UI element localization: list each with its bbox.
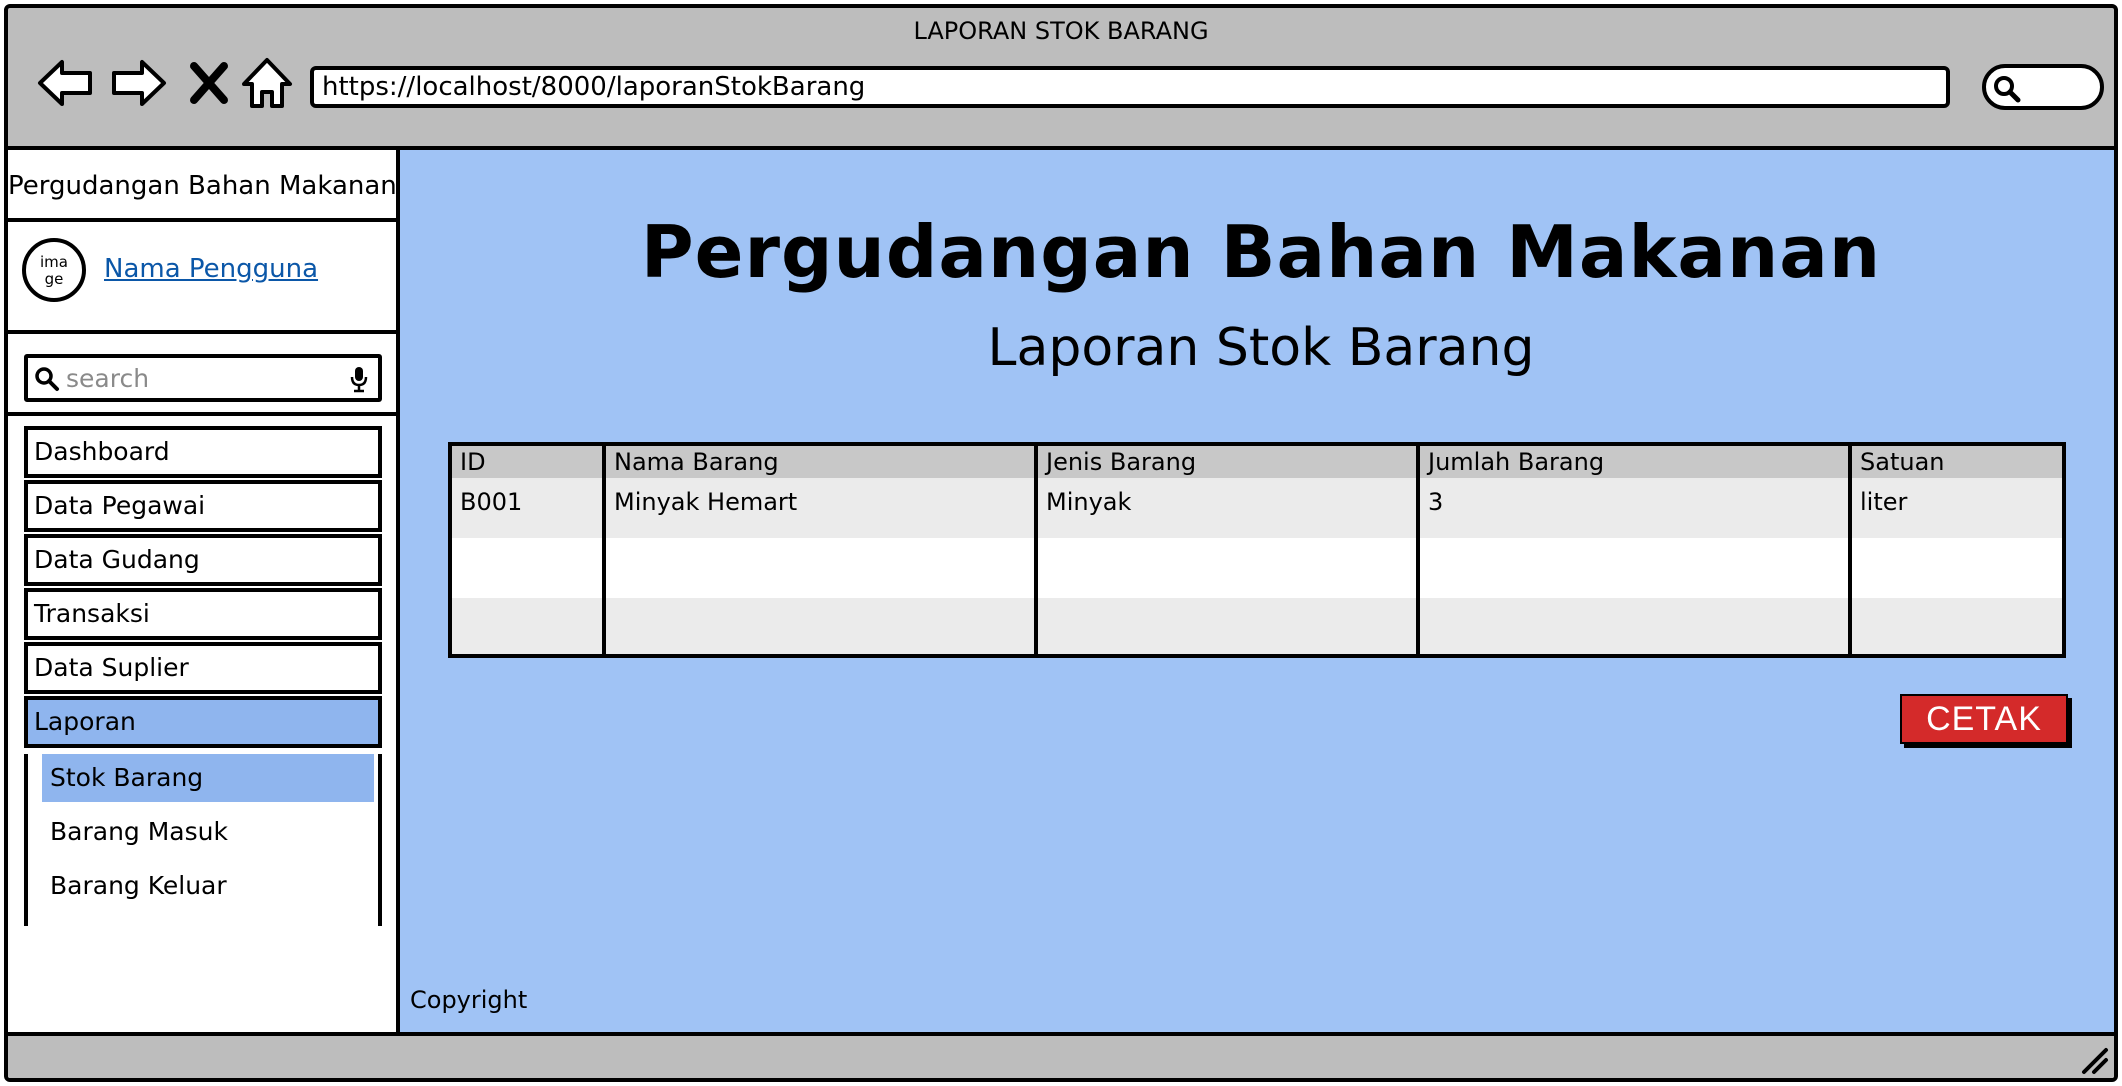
- status-bar: [8, 1032, 2114, 1078]
- avatar: ima ge: [22, 238, 86, 302]
- table-cell: Minyak Hemart: [604, 478, 1038, 538]
- forward-arrow-icon[interactable]: [108, 52, 170, 114]
- table-row: [452, 538, 2062, 598]
- home-icon[interactable]: [236, 52, 298, 114]
- sidebar-item-transaksi[interactable]: Transaksi: [24, 588, 382, 640]
- table-cell: liter: [1860, 488, 1908, 516]
- main-content: Pergudangan Bahan Makanan Laporan Stok B…: [400, 150, 2114, 1032]
- column-header-jenis-barang: Jenis Barang: [1036, 446, 1420, 478]
- page-subtitle: Laporan Stok Barang: [987, 318, 1535, 378]
- column-header-satuan: Satuan: [1860, 448, 1945, 476]
- copyright-text: Copyright: [410, 986, 528, 1014]
- column-header-jumlah-barang: Jumlah Barang: [1418, 446, 1852, 478]
- sidebar-item-dashboard[interactable]: Dashboard: [24, 426, 382, 478]
- sidebar-item-data-suplier[interactable]: Data Suplier: [24, 642, 382, 694]
- browser-window: LAPORAN STOK BARANG https://localhost/80…: [4, 4, 2118, 1082]
- table-cell: [452, 538, 606, 598]
- window-title: LAPORAN STOK BARANG: [913, 17, 1209, 45]
- table-row: [452, 598, 2062, 654]
- print-button[interactable]: CETAK: [1900, 694, 2068, 744]
- microphone-icon[interactable]: [348, 365, 370, 393]
- table-row: B001 Minyak Hemart Minyak 3 liter: [452, 478, 2062, 538]
- search-input[interactable]: [66, 362, 336, 394]
- username-link[interactable]: Nama Pengguna: [104, 254, 318, 284]
- search-icon: [35, 367, 59, 391]
- table-cell: B001: [452, 478, 606, 538]
- submenu-item-barang-keluar[interactable]: Barang Keluar: [42, 862, 374, 910]
- submenu-item-barang-masuk[interactable]: Barang Masuk: [42, 808, 374, 856]
- submenu-item-stok-barang[interactable]: Stok Barang: [42, 754, 374, 802]
- table-cell: 3: [1418, 478, 1852, 538]
- table-cell: [452, 598, 606, 654]
- column-header-id: ID: [452, 446, 606, 478]
- table-cell: Minyak: [1036, 478, 1420, 538]
- sidebar-brand: Pergudangan Bahan Makanan: [8, 150, 397, 222]
- sidebar-item-data-pegawai[interactable]: Data Pegawai: [24, 480, 382, 532]
- search-icon: [1994, 76, 2021, 103]
- table-cell: [1850, 598, 2062, 654]
- table-cell: [604, 538, 1038, 598]
- sidebar-item-laporan[interactable]: Laporan: [24, 696, 382, 748]
- table-header-row: ID Nama Barang Jenis Barang Jumlah Baran…: [452, 446, 2062, 478]
- table-cell: [1418, 598, 1852, 654]
- page-title: Pergudangan Bahan Makanan: [640, 210, 1882, 294]
- resize-grip-icon[interactable]: [2076, 1042, 2110, 1076]
- sidebar-search[interactable]: [24, 354, 382, 402]
- column-header-nama-barang: Nama Barang: [604, 446, 1038, 478]
- sidebar-item-data-gudang[interactable]: Data Gudang: [24, 534, 382, 586]
- back-arrow-icon[interactable]: [34, 52, 96, 114]
- table-cell: [1036, 538, 1420, 598]
- address-bar[interactable]: https://localhost/8000/laporanStokBarang: [310, 66, 1950, 108]
- laporan-submenu: Stok Barang Barang Masuk Barang Keluar: [24, 754, 382, 926]
- sidebar: Pergudangan Bahan Makanan ima ge Nama Pen…: [8, 150, 400, 1078]
- table-cell: [1036, 598, 1420, 654]
- table-cell: [604, 598, 1038, 654]
- table-cell: [1418, 538, 1852, 598]
- table-cell: [1850, 538, 2062, 598]
- stock-table: ID Nama Barang Jenis Barang Jumlah Baran…: [448, 442, 2066, 658]
- close-icon[interactable]: [178, 52, 240, 114]
- browser-search-field[interactable]: [1982, 64, 2104, 110]
